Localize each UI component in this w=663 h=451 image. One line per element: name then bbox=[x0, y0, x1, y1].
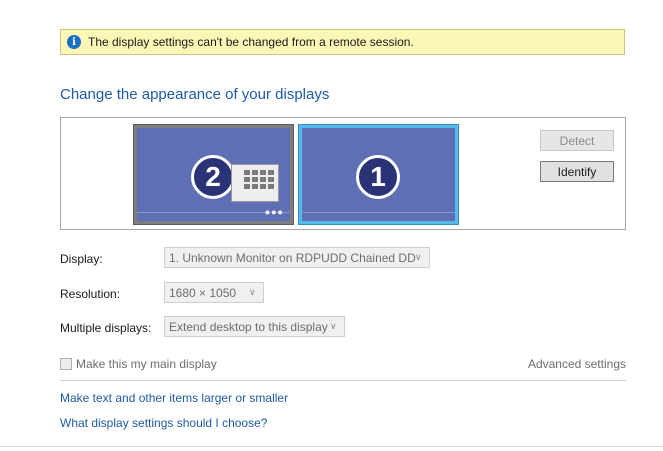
display-label: Display: bbox=[60, 252, 103, 266]
info-icon: i bbox=[67, 35, 81, 49]
resolution-select-value: 1680 × 1050 bbox=[169, 285, 237, 300]
detect-button[interactable]: Detect bbox=[540, 130, 614, 151]
dots-icon: ●●● bbox=[264, 207, 284, 217]
display-select[interactable]: 1. Unknown Monitor on RDPUDD Chained DD … bbox=[164, 247, 430, 268]
start-screen-icon bbox=[231, 164, 279, 202]
main-display-label: Make this my main display bbox=[76, 357, 217, 371]
monitor-1-number: 1 bbox=[356, 155, 400, 199]
chevron-down-icon: ∨ bbox=[330, 321, 337, 331]
resolution-label: Resolution: bbox=[60, 287, 121, 301]
monitor-2-number: 2 bbox=[191, 155, 235, 199]
main-display-option[interactable]: Make this my main display bbox=[60, 357, 217, 371]
main-display-checkbox[interactable] bbox=[60, 358, 72, 370]
multiple-displays-select[interactable]: Extend desktop to this display ∨ bbox=[164, 316, 345, 337]
bottom-divider bbox=[0, 446, 663, 447]
infobar-message: The display settings can't be changed fr… bbox=[88, 35, 414, 49]
divider bbox=[60, 380, 626, 381]
resolution-select[interactable]: 1680 × 1050 ∨ bbox=[164, 282, 264, 303]
remote-session-infobar: i The display settings can't be changed … bbox=[60, 29, 625, 55]
help-link[interactable]: What display settings should I choose? bbox=[60, 416, 267, 430]
page-title: Change the appearance of your displays bbox=[60, 86, 330, 103]
chevron-down-icon: ∨ bbox=[249, 287, 256, 297]
multiple-displays-label: Multiple displays: bbox=[60, 321, 152, 335]
monitor-2-thumbnail[interactable]: 2 ●●● bbox=[133, 124, 294, 225]
display-preview-panel: 2 ●●● 1 Detect Identify bbox=[60, 117, 626, 230]
chevron-down-icon: ∨ bbox=[415, 252, 422, 262]
display-select-value: 1. Unknown Monitor on RDPUDD Chained DD bbox=[169, 250, 416, 265]
monitor-1-thumbnail[interactable]: 1 bbox=[298, 124, 459, 225]
text-size-link[interactable]: Make text and other items larger or smal… bbox=[60, 391, 288, 405]
multiple-displays-select-value: Extend desktop to this display bbox=[169, 319, 328, 334]
identify-button[interactable]: Identify bbox=[540, 161, 614, 182]
advanced-settings-link[interactable]: Advanced settings bbox=[528, 357, 626, 371]
